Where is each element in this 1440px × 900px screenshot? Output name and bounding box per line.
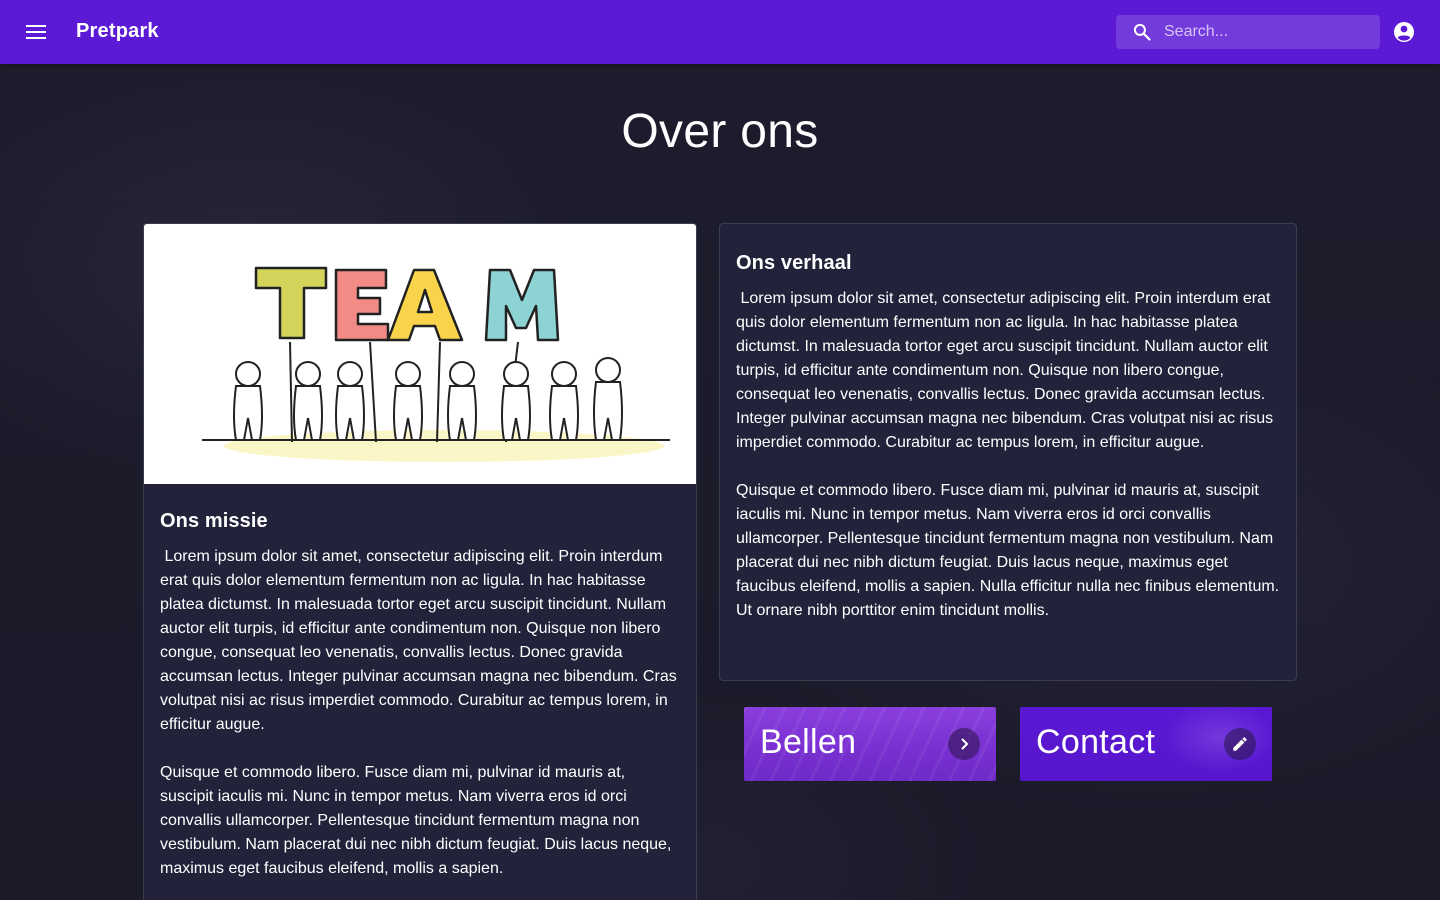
- app-bar: Pretpark: [0, 0, 1440, 64]
- team-illustration: [144, 224, 696, 484]
- story-paragraph-2: Quisque et commodo libero. Fusce diam mi…: [736, 482, 1284, 619]
- search-box[interactable]: [1116, 15, 1380, 49]
- contact-label: Contact: [1036, 723, 1156, 761]
- search-input[interactable]: [1164, 15, 1374, 49]
- account-button[interactable]: [1392, 20, 1416, 44]
- menu-button[interactable]: [24, 20, 48, 44]
- bellen-button[interactable]: [948, 728, 980, 760]
- search-icon: [1133, 23, 1151, 41]
- brand-title[interactable]: Pretpark: [76, 20, 159, 43]
- team-image: [202, 266, 670, 462]
- story-paragraph-1: Lorem ipsum dolor sit amet, consectetur …: [736, 290, 1278, 451]
- chevron-right-icon: [961, 738, 969, 750]
- mission-title: Ons missie: [160, 510, 268, 532]
- mission-paragraph-1: Lorem ipsum dolor sit amet, consectetur …: [160, 548, 682, 733]
- story-card: Ons verhaal Lorem ipsum dolor sit amet, …: [719, 223, 1297, 681]
- contact-button[interactable]: [1224, 728, 1256, 760]
- story-card-body: Ons verhaal Lorem ipsum dolor sit amet, …: [720, 224, 1296, 623]
- bellen-label: Bellen: [760, 723, 857, 761]
- contact-tile[interactable]: Contact: [1020, 707, 1272, 781]
- pencil-icon: [1233, 737, 1247, 751]
- page-title: Over ons: [621, 105, 819, 158]
- menu-icon: [26, 25, 46, 39]
- bellen-tile[interactable]: Bellen: [744, 707, 996, 781]
- mission-paragraph-2: Quisque et commodo libero. Fusce diam mi…: [160, 764, 676, 877]
- account-circle-icon: [1394, 22, 1414, 42]
- story-title: Ons verhaal: [736, 252, 852, 274]
- mission-card-body: Ons missie Lorem ipsum dolor sit amet, c…: [144, 484, 696, 881]
- mission-card: Ons missie Lorem ipsum dolor sit amet, c…: [143, 223, 697, 900]
